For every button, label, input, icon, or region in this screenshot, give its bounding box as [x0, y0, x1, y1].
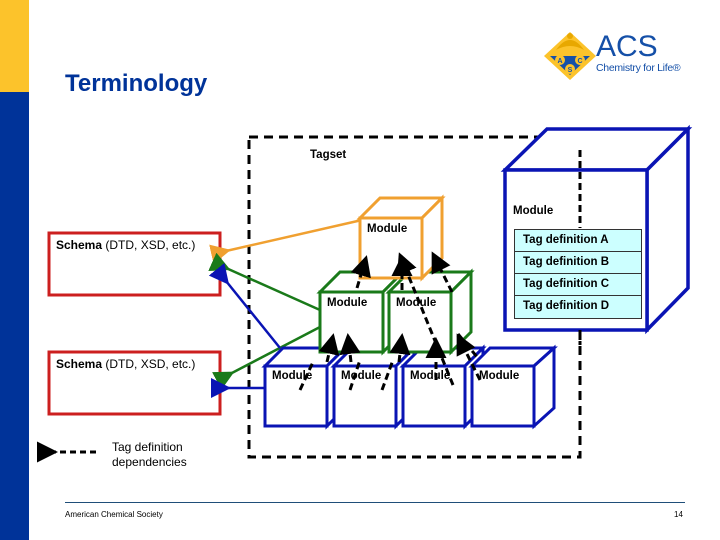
schema-label-2-rest: (DTD, XSD, etc.) [102, 357, 196, 371]
schema-label-1-rest: (DTD, XSD, etc.) [102, 238, 196, 252]
bottom-module-cubes [261, 344, 558, 430]
footer-organization: American Chemical Society [65, 510, 163, 519]
legend-label: Tag definition dependencies [112, 440, 187, 470]
tag-definition-d: Tag definition D [523, 300, 610, 312]
schema-label-2-bold: Schema [56, 357, 103, 371]
legend-label-line-1: Tag definition [112, 440, 183, 454]
schema-label-1-bold: Schema [56, 238, 103, 252]
bottom-module-label-3: Module [410, 370, 451, 382]
mid-module-label-1: Module [327, 297, 368, 309]
schema-label-1: Schema (DTD, XSD, etc.) [56, 238, 195, 252]
footer-divider [65, 502, 685, 503]
tagset-label: Tagset [310, 149, 347, 161]
orange-link-arrow [209, 218, 363, 265]
bottom-module-label-2: Module [341, 370, 382, 382]
expanded-module-label: Module [513, 205, 554, 217]
page-number: 14 [674, 510, 683, 519]
mid-module-cubes [316, 268, 475, 356]
tag-definition-c: Tag definition C [515, 274, 641, 296]
blue-link-arrow-1 [208, 263, 281, 349]
bottom-module-label-1: Module [272, 370, 313, 382]
tag-definition-list: Tag definition A Tag definition B Tag de… [514, 229, 642, 319]
bottom-module-cube-4 [468, 344, 558, 430]
tag-definition-b: Tag definition B [515, 252, 641, 274]
mid-module-label-2: Module [396, 297, 437, 309]
tag-definition-a: Tag definition A [515, 230, 641, 252]
legend-label-line-2: dependencies [112, 455, 187, 469]
green-link-arrow-1 [208, 252, 321, 312]
bottom-module-label-4: Module [479, 370, 520, 382]
top-module-label: Module [367, 223, 408, 235]
schema-label-2: Schema (DTD, XSD, etc.) [56, 357, 195, 371]
